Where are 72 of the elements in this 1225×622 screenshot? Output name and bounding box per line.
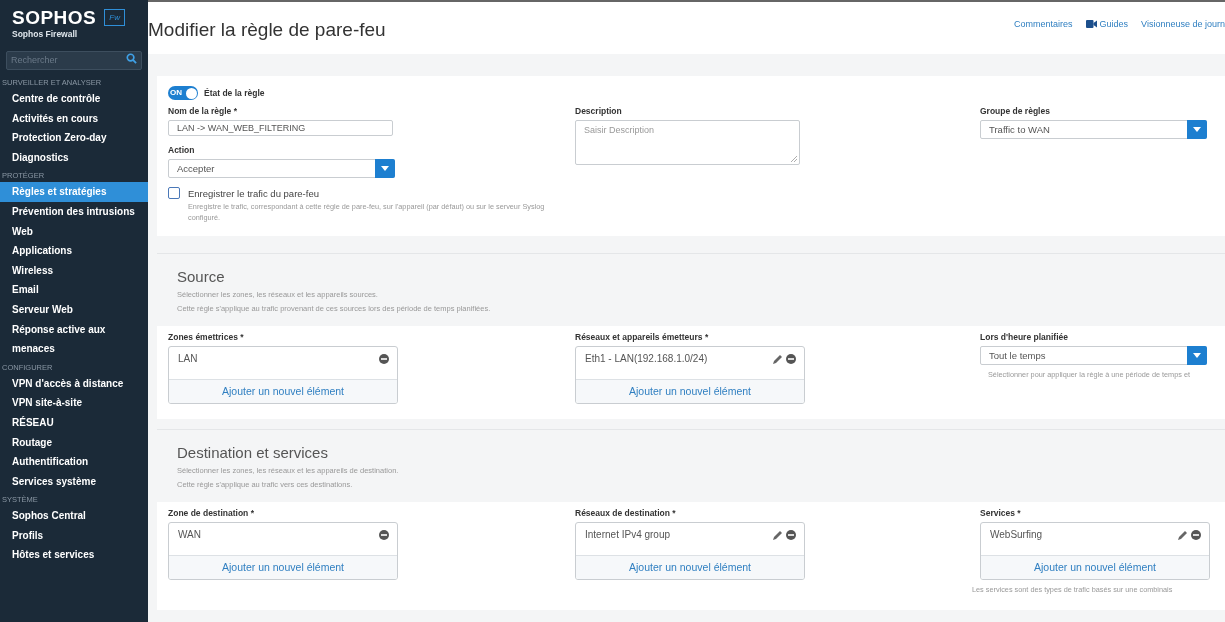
dropdown[interactable]: Tout le temps bbox=[980, 346, 1207, 365]
field-label: Services * bbox=[980, 508, 1022, 518]
list-item[interactable]: WebSurfing bbox=[990, 529, 1043, 540]
sidebar-item[interactable]: Email bbox=[0, 280, 148, 300]
sidebar-item[interactable]: Diagnostics bbox=[0, 147, 148, 168]
sidebar-item[interactable]: Applications bbox=[0, 241, 148, 261]
list-item[interactable]: WAN bbox=[178, 529, 201, 540]
video-camera-icon bbox=[1085, 20, 1097, 28]
remove-icon[interactable] bbox=[379, 529, 389, 540]
remove-icon[interactable] bbox=[786, 353, 796, 364]
caret-icon bbox=[1193, 353, 1201, 358]
field-label: Groupe de règles bbox=[980, 106, 1051, 116]
dropdown[interactable]: Accepter bbox=[168, 159, 395, 178]
checkbox-label[interactable]: Enregistrer le trafic du pare-feu bbox=[188, 187, 319, 199]
remove-icon[interactable] bbox=[379, 353, 389, 364]
list-item[interactable]: LAN bbox=[178, 353, 198, 364]
sidebar-item[interactable]: Réponse active aux menaces bbox=[0, 319, 148, 359]
header-link[interactable]: Guides bbox=[1085, 19, 1129, 29]
product-badge: Fw bbox=[104, 9, 125, 26]
field-label: Action bbox=[168, 145, 196, 155]
search-field[interactable]: Rechercher bbox=[6, 50, 142, 70]
field-label: Zone de destination * bbox=[168, 508, 255, 518]
brand-logo: SOPHOS bbox=[12, 8, 97, 27]
toggle-switch[interactable]: ON bbox=[168, 86, 198, 100]
page-title: Modifier la règle de pare-feu bbox=[148, 19, 386, 41]
resize-grip-icon[interactable] bbox=[791, 156, 797, 162]
sidebar-item[interactable]: Web bbox=[0, 221, 148, 242]
sidebar-item[interactable]: Centre de contrôle bbox=[0, 89, 148, 109]
field-label: Réseaux et appareils émetteurs * bbox=[575, 332, 710, 342]
add-item-button[interactable]: Ajouter un nouvel élément bbox=[576, 555, 804, 579]
pencil-icon[interactable] bbox=[773, 353, 783, 364]
header-link[interactable]: Visionneuse de journ bbox=[1141, 19, 1225, 29]
sidebar-item[interactable]: Activités en cours bbox=[0, 108, 148, 129]
sidebar-item[interactable]: Services système bbox=[0, 471, 148, 492]
sidebar-item[interactable]: Hôtes et services bbox=[0, 545, 148, 566]
text-field[interactable]: LAN -> WAN_WEB_FILTERING bbox=[168, 120, 393, 136]
field-label: Réseaux de destination * bbox=[575, 508, 677, 518]
checkbox[interactable] bbox=[168, 187, 180, 199]
section-title: Destination et services bbox=[177, 444, 329, 461]
sidebar-item[interactable]: VPN d'accès à distance bbox=[0, 373, 148, 394]
sidebar-item[interactable]: Profils bbox=[0, 525, 148, 546]
section-title: Source bbox=[177, 268, 226, 285]
list-item[interactable]: Internet IPv4 group bbox=[585, 529, 671, 540]
list-item[interactable]: Eth1 - LAN(192.168.1.0/24) bbox=[585, 353, 708, 364]
sidebar-item[interactable]: Serveur Web bbox=[0, 299, 148, 320]
sidebar-item[interactable]: Wireless bbox=[0, 260, 148, 281]
field-label: Description bbox=[575, 106, 623, 116]
sidebar-item[interactable]: RÉSEAU bbox=[0, 412, 148, 433]
add-item-button[interactable]: Ajouter un nouvel élément bbox=[576, 379, 804, 403]
dropdown[interactable]: Traffic to WAN bbox=[980, 120, 1207, 139]
caret-icon bbox=[381, 166, 389, 171]
toggle-label: État de la règle bbox=[204, 88, 265, 98]
add-item-button[interactable]: Ajouter un nouvel élément bbox=[981, 555, 1209, 579]
pencil-icon[interactable] bbox=[773, 529, 783, 540]
sidebar-item[interactable]: Sophos Central bbox=[0, 506, 148, 526]
header-link[interactable]: Commentaires bbox=[1014, 19, 1073, 29]
pencil-icon[interactable] bbox=[1178, 529, 1188, 540]
remove-icon[interactable] bbox=[786, 529, 796, 540]
sidebar-item[interactable]: VPN site-à-site bbox=[0, 393, 148, 413]
field-label: Nom de la règle * bbox=[168, 106, 238, 116]
search-icon[interactable] bbox=[126, 53, 137, 64]
sidebar-item[interactable]: Protection Zero-day bbox=[0, 128, 148, 148]
caret-icon bbox=[1193, 127, 1201, 132]
field-label: Lors d'heure planifiée bbox=[980, 332, 1069, 342]
add-item-button[interactable]: Ajouter un nouvel élément bbox=[169, 555, 397, 579]
sidebar-item[interactable]: Prévention des intrusions bbox=[0, 201, 148, 222]
remove-icon[interactable] bbox=[1191, 529, 1201, 540]
sidebar-item[interactable]: Routage bbox=[0, 432, 148, 453]
add-item-button[interactable]: Ajouter un nouvel élément bbox=[169, 379, 397, 403]
sidebar-item[interactable]: Authentification bbox=[0, 452, 148, 472]
field-label: Zones émettrices * bbox=[168, 332, 245, 342]
product-name: Sophos Firewall bbox=[11, 28, 79, 39]
